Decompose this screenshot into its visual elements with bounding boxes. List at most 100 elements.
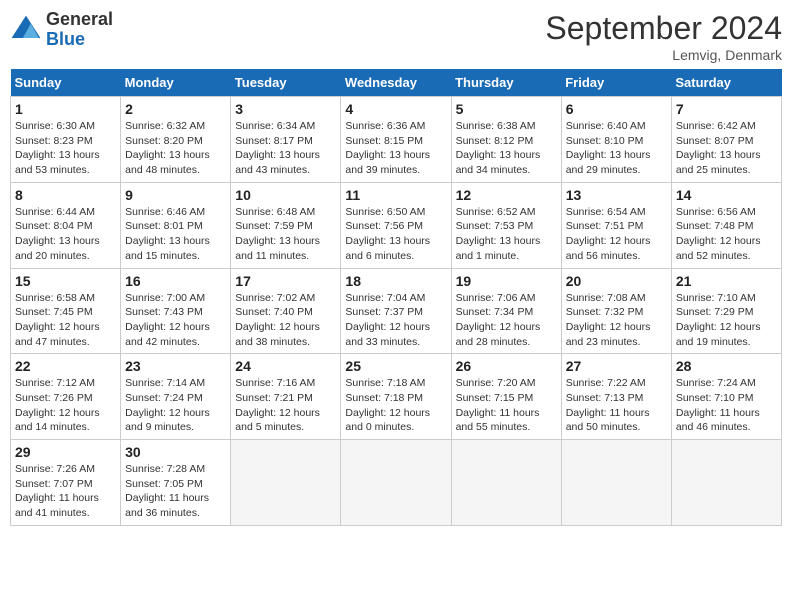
logo: General Blue <box>10 10 113 50</box>
table-cell: 12 Sunrise: 6:52 AM Sunset: 7:53 PM Dayli… <box>451 182 561 268</box>
day-info: Sunrise: 6:46 AM Sunset: 8:01 PM Dayligh… <box>125 205 226 264</box>
col-sunday: Sunday <box>11 69 121 97</box>
table-cell: 18 Sunrise: 7:04 AM Sunset: 7:37 PM Dayli… <box>341 268 451 354</box>
table-cell: 5 Sunrise: 6:38 AM Sunset: 8:12 PM Daylig… <box>451 97 561 183</box>
day-info: Sunrise: 7:22 AM Sunset: 7:13 PM Dayligh… <box>566 376 667 435</box>
table-cell: 26 Sunrise: 7:20 AM Sunset: 7:15 PM Dayli… <box>451 354 561 440</box>
calendar-row: 22 Sunrise: 7:12 AM Sunset: 7:26 PM Dayli… <box>11 354 782 440</box>
table-cell <box>561 440 671 526</box>
day-number: 18 <box>345 273 446 289</box>
day-info: Sunrise: 7:20 AM Sunset: 7:15 PM Dayligh… <box>456 376 557 435</box>
calendar-row: 1Sunrise: 6:30 AM Sunset: 8:23 PM Daylig… <box>11 97 782 183</box>
day-number: 5 <box>456 101 557 117</box>
col-tuesday: Tuesday <box>231 69 341 97</box>
header: General Blue September 2024 Lemvig, Denm… <box>10 10 782 63</box>
table-cell: 7 Sunrise: 6:42 AM Sunset: 8:07 PM Daylig… <box>671 97 781 183</box>
day-number: 30 <box>125 444 226 460</box>
day-number: 8 <box>15 187 116 203</box>
day-number: 22 <box>15 358 116 374</box>
day-number: 19 <box>456 273 557 289</box>
day-info: Sunrise: 6:58 AM Sunset: 7:45 PM Dayligh… <box>15 291 116 350</box>
day-info: Sunrise: 6:48 AM Sunset: 7:59 PM Dayligh… <box>235 205 336 264</box>
day-info: Sunrise: 6:34 AM Sunset: 8:17 PM Dayligh… <box>235 119 336 178</box>
calendar-row: 29 Sunrise: 7:26 AM Sunset: 7:07 PM Dayli… <box>11 440 782 526</box>
table-cell: 27 Sunrise: 7:22 AM Sunset: 7:13 PM Dayli… <box>561 354 671 440</box>
day-number: 23 <box>125 358 226 374</box>
day-info: Sunrise: 6:54 AM Sunset: 7:51 PM Dayligh… <box>566 205 667 264</box>
table-cell: 22 Sunrise: 7:12 AM Sunset: 7:26 PM Dayli… <box>11 354 121 440</box>
day-number: 13 <box>566 187 667 203</box>
day-info: Sunrise: 7:08 AM Sunset: 7:32 PM Dayligh… <box>566 291 667 350</box>
day-info: Sunrise: 7:26 AM Sunset: 7:07 PM Dayligh… <box>15 462 116 521</box>
day-info: Sunrise: 7:28 AM Sunset: 7:05 PM Dayligh… <box>125 462 226 521</box>
day-number: 27 <box>566 358 667 374</box>
day-number: 7 <box>676 101 777 117</box>
day-info: Sunrise: 7:02 AM Sunset: 7:40 PM Dayligh… <box>235 291 336 350</box>
table-cell: 28Sunrise: 7:24 AM Sunset: 7:10 PM Dayli… <box>671 354 781 440</box>
day-info: Sunrise: 7:16 AM Sunset: 7:21 PM Dayligh… <box>235 376 336 435</box>
table-cell: 10 Sunrise: 6:48 AM Sunset: 7:59 PM Dayli… <box>231 182 341 268</box>
day-info: Sunrise: 6:44 AM Sunset: 8:04 PM Dayligh… <box>15 205 116 264</box>
day-number: 11 <box>345 187 446 203</box>
day-info: Sunrise: 7:12 AM Sunset: 7:26 PM Dayligh… <box>15 376 116 435</box>
table-cell: 30 Sunrise: 7:28 AM Sunset: 7:05 PM Dayli… <box>121 440 231 526</box>
table-cell: 24Sunrise: 7:16 AM Sunset: 7:21 PM Dayli… <box>231 354 341 440</box>
day-info: Sunrise: 6:52 AM Sunset: 7:53 PM Dayligh… <box>456 205 557 264</box>
day-number: 28 <box>676 358 777 374</box>
table-cell: 8 Sunrise: 6:44 AM Sunset: 8:04 PM Daylig… <box>11 182 121 268</box>
table-cell: 2Sunrise: 6:32 AM Sunset: 8:20 PM Daylig… <box>121 97 231 183</box>
col-monday: Monday <box>121 69 231 97</box>
table-cell: 14 Sunrise: 6:56 AM Sunset: 7:48 PM Dayli… <box>671 182 781 268</box>
day-number: 9 <box>125 187 226 203</box>
col-friday: Friday <box>561 69 671 97</box>
day-info: Sunrise: 6:42 AM Sunset: 8:07 PM Dayligh… <box>676 119 777 178</box>
table-cell: 23 Sunrise: 7:14 AM Sunset: 7:24 PM Dayli… <box>121 354 231 440</box>
table-cell: 17 Sunrise: 7:02 AM Sunset: 7:40 PM Dayli… <box>231 268 341 354</box>
day-info: Sunrise: 7:14 AM Sunset: 7:24 PM Dayligh… <box>125 376 226 435</box>
day-number: 29 <box>15 444 116 460</box>
table-cell <box>451 440 561 526</box>
day-number: 14 <box>676 187 777 203</box>
table-cell: 3 Sunrise: 6:34 AM Sunset: 8:17 PM Daylig… <box>231 97 341 183</box>
day-number: 12 <box>456 187 557 203</box>
day-info: Sunrise: 7:04 AM Sunset: 7:37 PM Dayligh… <box>345 291 446 350</box>
day-number: 16 <box>125 273 226 289</box>
day-number: 26 <box>456 358 557 374</box>
day-info: Sunrise: 6:50 AM Sunset: 7:56 PM Dayligh… <box>345 205 446 264</box>
table-cell: 6Sunrise: 6:40 AM Sunset: 8:10 PM Daylig… <box>561 97 671 183</box>
calendar-header-row: Sunday Monday Tuesday Wednesday Thursday… <box>11 69 782 97</box>
day-info: Sunrise: 7:18 AM Sunset: 7:18 PM Dayligh… <box>345 376 446 435</box>
table-cell <box>671 440 781 526</box>
logo-text: General Blue <box>46 10 113 50</box>
table-cell: 4 Sunrise: 6:36 AM Sunset: 8:15 PM Daylig… <box>341 97 451 183</box>
calendar-body: 1Sunrise: 6:30 AM Sunset: 8:23 PM Daylig… <box>11 97 782 526</box>
table-cell <box>341 440 451 526</box>
day-info: Sunrise: 7:06 AM Sunset: 7:34 PM Dayligh… <box>456 291 557 350</box>
day-number: 3 <box>235 101 336 117</box>
day-info: Sunrise: 6:56 AM Sunset: 7:48 PM Dayligh… <box>676 205 777 264</box>
day-info: Sunrise: 7:00 AM Sunset: 7:43 PM Dayligh… <box>125 291 226 350</box>
logo-icon <box>10 14 42 46</box>
day-number: 17 <box>235 273 336 289</box>
table-cell: 25Sunrise: 7:18 AM Sunset: 7:18 PM Dayli… <box>341 354 451 440</box>
table-cell: 9 Sunrise: 6:46 AM Sunset: 8:01 PM Daylig… <box>121 182 231 268</box>
table-cell: 19 Sunrise: 7:06 AM Sunset: 7:34 PM Dayli… <box>451 268 561 354</box>
col-thursday: Thursday <box>451 69 561 97</box>
table-cell: 15 Sunrise: 6:58 AM Sunset: 7:45 PM Dayli… <box>11 268 121 354</box>
day-info: Sunrise: 7:10 AM Sunset: 7:29 PM Dayligh… <box>676 291 777 350</box>
day-number: 6 <box>566 101 667 117</box>
table-cell: 29 Sunrise: 7:26 AM Sunset: 7:07 PM Dayli… <box>11 440 121 526</box>
day-info: Sunrise: 6:32 AM Sunset: 8:20 PM Dayligh… <box>125 119 226 178</box>
calendar-row: 8 Sunrise: 6:44 AM Sunset: 8:04 PM Daylig… <box>11 182 782 268</box>
day-number: 10 <box>235 187 336 203</box>
day-number: 20 <box>566 273 667 289</box>
table-cell: 11 Sunrise: 6:50 AM Sunset: 7:56 PM Dayli… <box>341 182 451 268</box>
day-info: Sunrise: 6:36 AM Sunset: 8:15 PM Dayligh… <box>345 119 446 178</box>
day-number: 4 <box>345 101 446 117</box>
col-saturday: Saturday <box>671 69 781 97</box>
day-number: 15 <box>15 273 116 289</box>
table-cell: 13 Sunrise: 6:54 AM Sunset: 7:51 PM Dayli… <box>561 182 671 268</box>
location: Lemvig, Denmark <box>545 47 782 63</box>
calendar-row: 15 Sunrise: 6:58 AM Sunset: 7:45 PM Dayli… <box>11 268 782 354</box>
day-info: Sunrise: 6:38 AM Sunset: 8:12 PM Dayligh… <box>456 119 557 178</box>
